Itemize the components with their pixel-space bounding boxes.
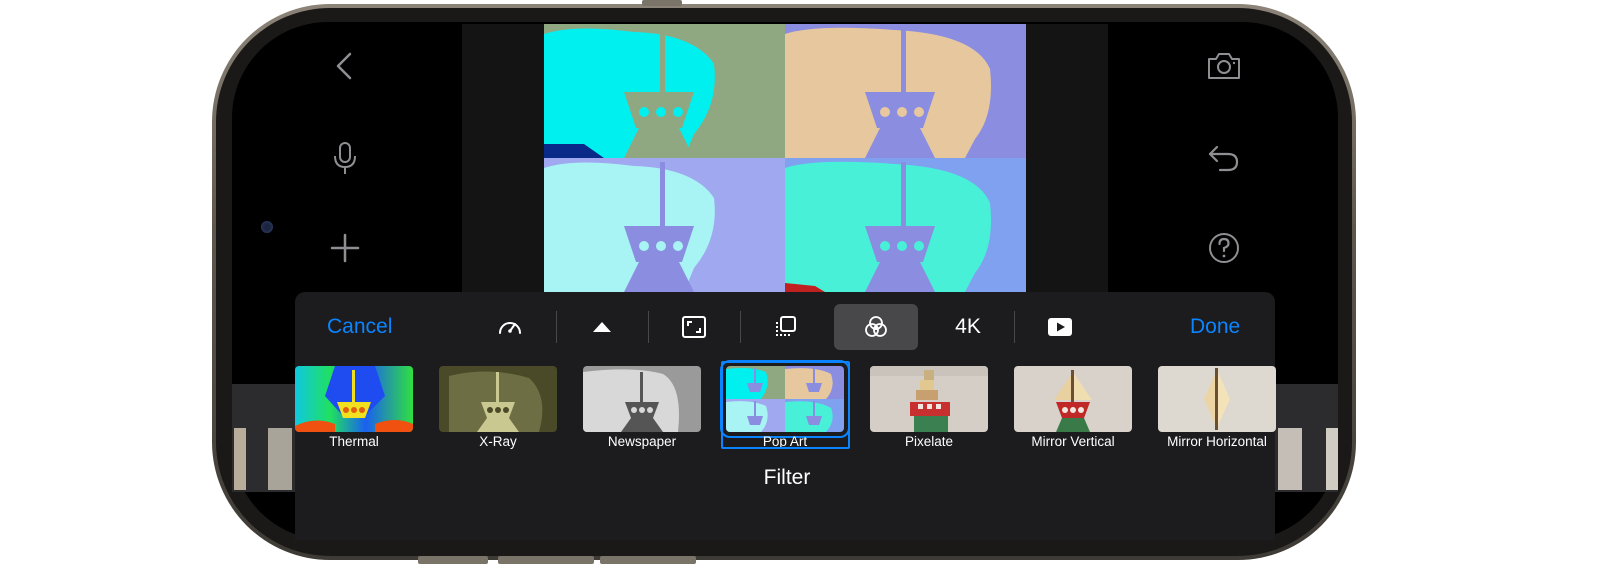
pop-art-quadrant xyxy=(544,158,785,292)
filter-mirror-vertical[interactable]: Mirror Vertical xyxy=(1014,366,1132,450)
panel-title: Filter xyxy=(763,466,811,489)
done-button[interactable]: Done xyxy=(1190,315,1240,339)
filter-label: X-Ray xyxy=(479,434,517,449)
tool-separator xyxy=(1014,311,1015,343)
pop-art-quadrant xyxy=(785,158,1026,292)
pop-art-quadrant xyxy=(785,24,1026,158)
phone-top-button xyxy=(642,0,682,6)
filter-label: Pixelate xyxy=(904,434,954,449)
filter-thumbnail xyxy=(870,366,988,432)
tool-layers[interactable] xyxy=(744,304,828,350)
timeline-clip xyxy=(1326,428,1338,490)
filter-label: Newspaper xyxy=(607,434,677,449)
filter-thumbnail xyxy=(1014,366,1132,432)
crop-frame-icon xyxy=(680,313,708,341)
filter-label: Thermal xyxy=(329,434,379,449)
tool-crop[interactable] xyxy=(652,304,736,350)
tool-resolution[interactable]: 4K xyxy=(926,304,1010,350)
pop-art-quadrant xyxy=(544,24,785,158)
cancel-button[interactable]: Cancel xyxy=(327,315,392,339)
filter-selection-outline xyxy=(721,361,850,449)
tool-speed[interactable] xyxy=(468,304,552,350)
filter-newspaper[interactable]: Newspaper xyxy=(583,366,701,450)
phone-bottom-button xyxy=(498,556,594,564)
tool-separator xyxy=(648,311,649,343)
filter-label: Mirror Horizontal xyxy=(1167,434,1267,449)
filter-thumbnail xyxy=(295,366,413,432)
camera-icon[interactable] xyxy=(1204,46,1244,86)
triangle-up-icon xyxy=(588,313,616,341)
tool-separator xyxy=(556,311,557,343)
plus-icon[interactable] xyxy=(325,228,365,268)
filter-label: Mirror Vertical xyxy=(1031,434,1115,449)
undo-icon[interactable] xyxy=(1204,138,1244,178)
tool-volume[interactable] xyxy=(560,304,644,350)
filter-thermal[interactable]: Thermal xyxy=(295,366,413,450)
microphone-icon[interactable] xyxy=(325,138,365,178)
front-camera xyxy=(261,221,273,233)
filter-thumbnail xyxy=(439,366,557,432)
filter-thumbnail xyxy=(1158,366,1276,432)
phone-bottom-button xyxy=(418,556,488,564)
tool-separator xyxy=(740,311,741,343)
play-icon xyxy=(1046,313,1074,341)
tool-play[interactable] xyxy=(1018,304,1102,350)
layers-icon xyxy=(772,313,800,341)
filter-mirror-horizontal[interactable]: Mirror Horizontal xyxy=(1158,366,1276,450)
back-chevron-icon[interactable] xyxy=(325,46,365,86)
phone-bottom-button xyxy=(600,556,696,564)
speedometer-icon xyxy=(496,313,524,341)
filter-thumbnail xyxy=(583,366,701,432)
filter-x-ray[interactable]: X-Ray xyxy=(439,366,557,450)
tool-filter[interactable] xyxy=(834,304,918,350)
help-icon[interactable] xyxy=(1204,228,1244,268)
filter-pixelate[interactable]: Pixelate xyxy=(870,366,988,450)
video-preview[interactable] xyxy=(544,24,1026,292)
filter-circles-icon xyxy=(862,313,890,341)
timeline-clip xyxy=(234,428,246,490)
